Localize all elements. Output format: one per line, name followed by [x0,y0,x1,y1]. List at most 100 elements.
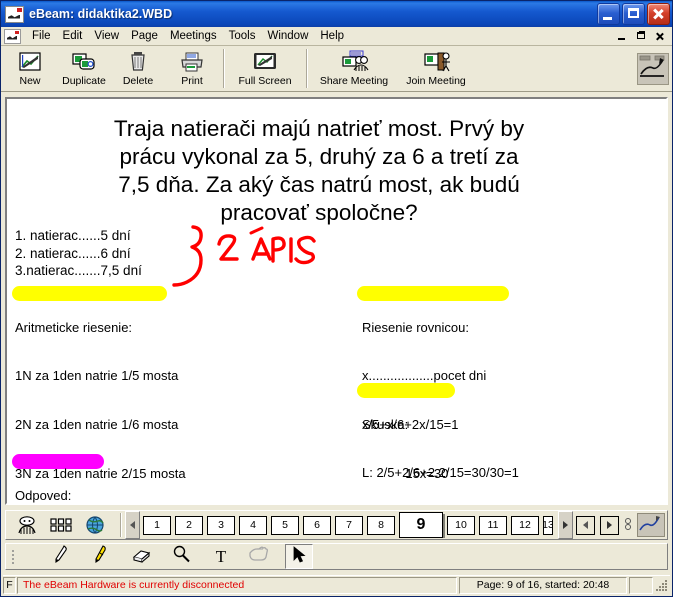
list-item: 2. natierac......6 dní [15,245,131,261]
page-canvas[interactable]: Traja natierači majú natrieť most. Prvý … [7,99,666,503]
next-page-button[interactable] [600,515,619,535]
new-button[interactable]: New [3,47,57,90]
menu-item-help[interactable]: Help [314,28,350,44]
close-button[interactable] [647,3,670,25]
menu-item-window[interactable]: Window [261,28,314,44]
thumbnail-grid-icon[interactable] [49,515,73,535]
menu-bar: File Edit View Page Meetings Tools Windo… [1,27,672,46]
page-tab-5[interactable]: 5 [271,515,299,535]
highlighter-tool[interactable] [87,544,115,569]
eraser-icon [130,544,152,569]
page-tab-list: 1 2 3 4 5 6 7 8 9 10 11 12 13 [140,512,558,538]
ebeam-capture-icon[interactable] [637,52,669,85]
heading-line-2: prácu vykonal za 5, druhý za 6 a tretí z… [119,144,519,169]
join-meeting-icon [423,50,450,74]
full-screen-icon [252,50,278,74]
scroll-left-arrow[interactable] [125,511,140,539]
arithmetic-line: 2N za 1den natrie 1/6 mosta [15,417,179,433]
duplicate-page-icon [71,50,97,74]
maximize-button[interactable] [622,3,645,25]
ebeam-application-window: eBeam: didaktika2.WBD File Edit View Pag… [0,0,673,597]
status-bar: F The eBeam Hardware is currently discon… [3,575,670,594]
view-mode-group [6,515,116,535]
globe-web-icon[interactable] [83,515,107,535]
full-screen-button[interactable]: Full Screen [228,47,302,90]
minimize-button[interactable] [597,3,620,25]
page-tab-3[interactable]: 3 [207,515,235,535]
scroll-right-arrow[interactable] [558,511,573,539]
menu-item-view[interactable]: View [88,28,125,44]
heading-line-1: Traja natierači majú natrieť most. Prvý … [113,116,525,141]
page-tab-1[interactable]: 1 [143,515,171,535]
page-title: Traja natierači majú natrieť most. Prvý … [69,115,569,227]
annotation-view-icon[interactable] [15,515,39,535]
pagebar-separator [120,513,121,537]
equation-solution-title: Riesenie rovnicou: [362,319,469,335]
menu-item-file[interactable]: File [26,28,57,44]
ebeam-logo-icon [5,5,24,23]
menu-item-meetings[interactable]: Meetings [164,28,223,44]
page-tab-13[interactable]: 13 [543,515,553,535]
menu-item-tools[interactable]: Tools [223,28,262,44]
duplicate-button[interactable]: Duplicate [57,47,111,90]
connector-dots-icon [624,515,632,535]
page-nav-group [573,515,637,535]
page-tab-8[interactable]: 8 [367,515,395,535]
select-tool[interactable] [285,544,313,569]
palette-drag-handle[interactable] [12,547,19,567]
check-title: Skuska: [362,416,409,432]
mdi-restore-button[interactable] [632,28,650,44]
share-meeting-button-label: Share Meeting [319,75,389,87]
mdi-minimize-button[interactable] [613,28,631,44]
page-tab-4[interactable]: 4 [239,515,267,535]
status-hardware-message: The eBeam Hardware is currently disconne… [17,576,457,594]
delete-button-label: Delete [122,75,154,87]
page-tab-2[interactable]: 2 [175,515,203,535]
resize-grip[interactable] [656,578,670,592]
new-button-label: New [19,75,41,87]
answer-block: Odpoved: Ak budu natieraci pracovat spol… [15,455,339,503]
status-page-info: Page: 9 of 16, started: 20:48 [459,576,627,594]
page-tab-10[interactable]: 10 [447,515,475,535]
window-title: eBeam: didaktika2.WBD [29,7,173,21]
duplicate-button-label: Duplicate [62,75,106,87]
printer-icon [179,50,205,74]
pagebar-ebeam-capture-icon[interactable] [637,513,665,537]
text-tool[interactable]: T [207,544,235,569]
arithmetic-line: 1N za 1den natrie 1/5 mosta [15,368,179,384]
drawing-tool-palette: T [5,543,668,570]
zoom-tool[interactable] [167,544,195,569]
previous-page-button[interactable] [576,515,595,535]
eraser-tool[interactable] [127,544,155,569]
toolbar-corner-tool[interactable] [636,47,670,90]
page-tab-6[interactable]: 6 [303,515,331,535]
join-meeting-button-label: Join Meeting [406,75,466,87]
pen-tool[interactable] [47,544,75,569]
numbered-list: 1. natierac......5 dní 2. natierac......… [15,227,142,280]
delete-button[interactable]: Delete [111,47,165,90]
mdi-close-button[interactable] [651,28,669,44]
main-toolbar: New Duplicate Delete Print Full Screen S… [1,46,672,92]
mdi-window-controls [613,28,672,44]
toolbar-separator [223,49,224,88]
page-tab-7[interactable]: 7 [335,515,363,535]
ink-annotation-zapis [167,223,322,293]
page-tab-12[interactable]: 12 [511,515,539,535]
menu-item-edit[interactable]: Edit [57,28,89,44]
menu-item-page[interactable]: Page [125,28,164,44]
document-icon [4,28,21,44]
status-extra-cell [629,576,653,594]
page-tab-9-active[interactable]: 9 [399,512,443,538]
join-meeting-button[interactable]: Join Meeting [397,47,475,90]
share-meeting-icon [341,50,369,74]
status-left-marker: F [3,576,16,594]
pen-icon [51,544,71,569]
list-item: 3.natierac.......7,5 dní [15,263,142,278]
page-tab-11[interactable]: 11 [479,515,507,535]
heading-line-4: pracovať spoločne? [220,200,418,225]
print-button-label: Print [181,75,203,87]
pointer-hand-tool[interactable] [245,544,273,569]
whiteboard-canvas-area[interactable]: Traja natierači majú natrieť most. Prvý … [5,97,668,505]
share-meeting-button[interactable]: Share Meeting [311,47,397,90]
print-button[interactable]: Print [165,47,219,90]
